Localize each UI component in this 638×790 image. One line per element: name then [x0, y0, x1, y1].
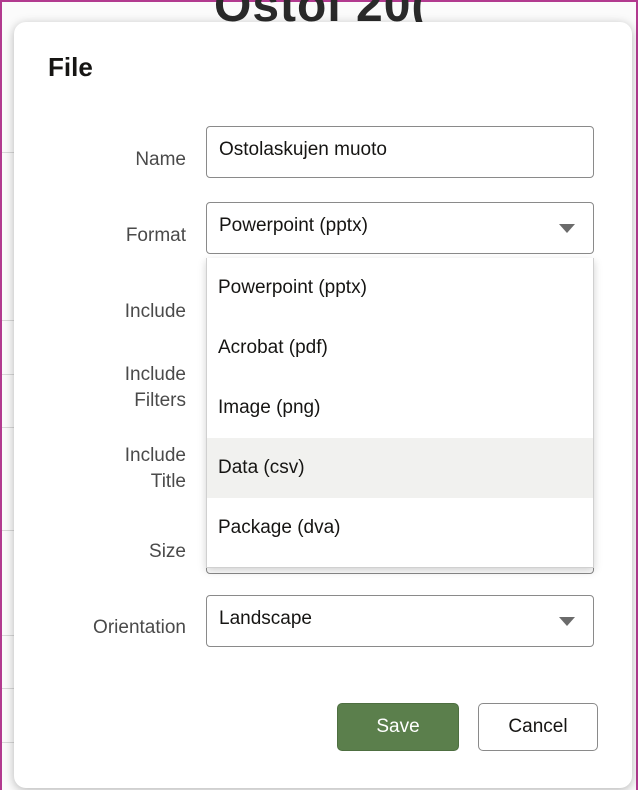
- include-label: Include: [124, 301, 186, 322]
- name-input-value: Ostolaskujen muoto: [219, 139, 387, 160]
- name-input[interactable]: Ostolaskujen muoto: [206, 126, 594, 178]
- include-filters-label-line1: Include: [124, 364, 186, 385]
- include-filters-label-line2: Filters: [134, 390, 186, 411]
- format-option-dva[interactable]: Package (dva): [207, 498, 593, 558]
- include-filters-label: Include Filters: [125, 362, 186, 414]
- dialog-title: File: [48, 52, 93, 82]
- chevron-down-icon: [559, 617, 575, 626]
- format-label: Format: [125, 225, 186, 246]
- cancel-button[interactable]: Cancel: [478, 703, 598, 751]
- format-option-csv[interactable]: Data (csv): [207, 438, 593, 498]
- include-title-label: Include Title: [125, 443, 186, 495]
- file-export-dialog: File Name Format Include Include Filters…: [14, 22, 632, 788]
- orientation-select-value: Landscape: [219, 608, 312, 629]
- orientation-select[interactable]: Landscape: [206, 595, 594, 647]
- size-label: Size: [149, 541, 186, 562]
- format-select-value: Powerpoint (pptx): [219, 215, 368, 236]
- format-select[interactable]: Powerpoint (pptx): [206, 202, 594, 254]
- chevron-down-icon: [559, 224, 575, 233]
- name-label: Name: [135, 149, 186, 170]
- orientation-label: Orientation: [93, 617, 186, 638]
- save-button[interactable]: Save: [337, 703, 459, 751]
- include-title-label-line1: Include: [124, 445, 186, 466]
- format-dropdown-list: Powerpoint (pptx) Acrobat (pdf) Image (p…: [206, 258, 594, 568]
- include-title-label-line2: Title: [150, 471, 186, 492]
- format-option-pptx[interactable]: Powerpoint (pptx): [207, 258, 593, 318]
- format-option-pdf[interactable]: Acrobat (pdf): [207, 318, 593, 378]
- format-option-png[interactable]: Image (png): [207, 378, 593, 438]
